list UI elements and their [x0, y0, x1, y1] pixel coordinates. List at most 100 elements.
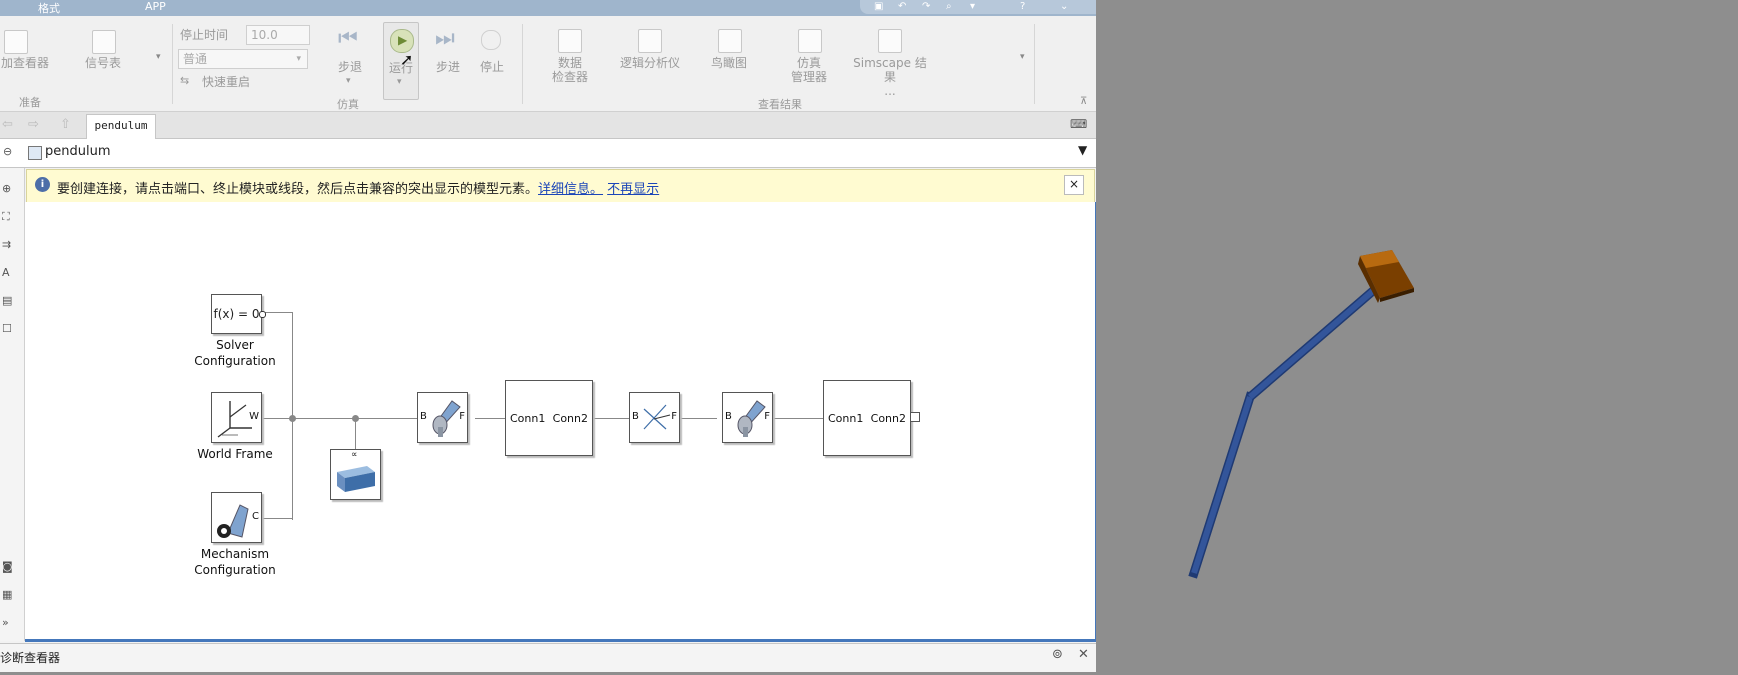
solver-equation: f(x) = 0: [213, 307, 260, 321]
open-port-icon[interactable]: [910, 412, 920, 422]
viewer-icon[interactable]: [4, 30, 28, 54]
undo-icon[interactable]: ↶: [898, 1, 906, 12]
wire[interactable]: [263, 518, 293, 519]
port-conn1[interactable]: Conn1: [828, 412, 863, 425]
chevron-down-icon[interactable]: ▼: [1078, 143, 1087, 157]
simulink-window: 格式 APP ▣ ↶ ↷ ⌕ ▾ ? ⌄ 加查看器 信号表 ▾ 准备 停止时间 …: [0, 0, 1096, 672]
sim-mode-select[interactable]: 普通 ▾: [178, 49, 308, 69]
mechanism-configuration-block[interactable]: C: [211, 492, 262, 543]
tab-app[interactable]: APP: [145, 0, 166, 13]
up-level-icon[interactable]: ⇧: [60, 117, 71, 132]
tab-pendulum[interactable]: pendulum: [86, 114, 156, 139]
breadcrumb-model[interactable]: pendulum: [45, 144, 111, 159]
close-banner-button[interactable]: ×: [1064, 175, 1084, 195]
minimize-ribbon-icon[interactable]: ⌄: [1060, 1, 1068, 12]
block-name-solver: Solver Configuration: [194, 338, 276, 368]
world-frame-block[interactable]: W: [211, 392, 262, 443]
stop-icon[interactable]: [481, 30, 501, 50]
hide-browser-icon[interactable]: ⊖: [3, 145, 12, 158]
tab-format[interactable]: 格式: [38, 0, 60, 16]
prepare-expand-icon[interactable]: ▾: [156, 52, 161, 62]
link-subsystem-block[interactable]: Conn1 Conn2: [505, 380, 593, 456]
section-simulate: 仿真: [337, 98, 359, 111]
divider: [172, 24, 173, 104]
port-w[interactable]: W: [249, 411, 259, 422]
help-icon[interactable]: ?: [1020, 1, 1025, 12]
port-b[interactable]: B: [725, 411, 732, 422]
wire[interactable]: [773, 418, 823, 419]
solver-configuration-block[interactable]: f(x) = 0: [211, 294, 266, 334]
revolute-joint-block-2[interactable]: B F: [722, 392, 773, 443]
zoom-in-icon[interactable]: ⊕: [2, 182, 11, 195]
logic-analyzer-icon[interactable]: [638, 29, 662, 53]
dont-show-again-link[interactable]: 不再显示: [607, 182, 659, 197]
signal-table-icon[interactable]: [92, 30, 116, 54]
collapse-ribbon-icon[interactable]: ⊼: [1080, 96, 1087, 107]
port-b[interactable]: B: [420, 411, 427, 422]
fast-restart-button[interactable]: 快速重启: [202, 75, 250, 89]
step-forward-button[interactable]: 步进: [428, 60, 468, 74]
wire[interactable]: [681, 418, 717, 419]
step-back-icon[interactable]: ⏮: [338, 26, 358, 51]
zoom-icon[interactable]: ⌕: [946, 1, 952, 12]
revolute-joint-block[interactable]: B F: [417, 392, 468, 443]
model-canvas[interactable]: f(x) = 0 Solver Configuration W World Fr…: [25, 202, 1096, 642]
port-conn2[interactable]: Conn2: [553, 412, 588, 425]
stop-time-input[interactable]: 10.0: [246, 25, 310, 45]
port-c[interactable]: C: [252, 511, 259, 522]
area-icon[interactable]: ☐: [2, 322, 12, 335]
data-inspector-icon[interactable]: [558, 29, 582, 53]
mechanics-explorer-view[interactable]: [1096, 0, 1738, 672]
port-f[interactable]: F: [459, 411, 465, 422]
annotation-icon[interactable]: A: [2, 266, 10, 279]
simscape-results-icon[interactable]: [878, 29, 902, 53]
simscape-results-button[interactable]: Simscape 结 果 ...: [850, 56, 930, 98]
step-back-button[interactable]: 步退: [330, 60, 370, 74]
sim-manager-icon[interactable]: [798, 29, 822, 53]
port-conn2[interactable]: Conn2: [871, 412, 906, 425]
route-lines-icon[interactable]: ⇉: [2, 238, 11, 251]
wire[interactable]: [263, 418, 423, 419]
wire[interactable]: [355, 418, 356, 452]
data-inspector-button[interactable]: 数据 检查器: [542, 56, 598, 84]
add-viewer-button[interactable]: 加查看器: [0, 56, 50, 70]
birds-eye-icon[interactable]: [718, 29, 742, 53]
panel-menu-icon[interactable]: ⊚: [1052, 647, 1063, 662]
section-review: 查看结果: [758, 98, 802, 111]
review-expand-icon[interactable]: ▾: [1020, 52, 1025, 62]
close-icon[interactable]: ✕: [1078, 647, 1089, 662]
port-f[interactable]: F: [764, 411, 770, 422]
port-conn1[interactable]: Conn1: [510, 412, 545, 425]
port-f[interactable]: F: [671, 411, 677, 422]
port-connector[interactable]: [259, 311, 266, 318]
wire[interactable]: [475, 418, 505, 419]
step-forward-icon[interactable]: ⏭: [435, 26, 455, 51]
port-b[interactable]: B: [632, 411, 639, 422]
details-link[interactable]: 详细信息。: [538, 182, 603, 197]
birds-eye-button[interactable]: 鸟瞰图: [700, 56, 758, 70]
fast-restart-icon[interactable]: ⇆: [180, 74, 189, 87]
window-icon[interactable]: ▾: [970, 1, 975, 12]
model-browser-icon[interactable]: ▦: [2, 588, 12, 601]
keyboard-icon[interactable]: ⌨: [1070, 117, 1087, 131]
rigid-transform-block[interactable]: B F: [629, 392, 680, 443]
sim-manager-button[interactable]: 仿真 管理器: [780, 56, 838, 84]
wire[interactable]: [593, 418, 629, 419]
link-subsystem-block-2[interactable]: Conn1 Conn2: [823, 380, 920, 456]
step-back-chevron-icon[interactable]: ▾: [346, 76, 351, 86]
logic-analyzer-button[interactable]: 逻辑分析仪: [614, 56, 686, 70]
screenshot-icon[interactable]: ◙: [2, 560, 13, 573]
redo-icon[interactable]: ↷: [922, 1, 930, 12]
image-icon[interactable]: ▤: [2, 294, 12, 307]
forward-icon[interactable]: ⇨: [28, 117, 39, 132]
stop-button[interactable]: 停止: [472, 60, 512, 74]
save-icon[interactable]: ▣: [874, 1, 883, 12]
fit-view-icon[interactable]: ⛶: [2, 210, 10, 224]
info-text: 要创建连接，请点击端口、终止模块或线段，然后点击兼容的突出显示的模型元素。: [57, 182, 539, 197]
expand-palette-icon[interactable]: »: [2, 616, 9, 629]
back-icon[interactable]: ⇦: [2, 117, 13, 132]
block-name-mechanism: Mechanism Configuration: [194, 547, 276, 577]
wire[interactable]: [263, 312, 293, 313]
signal-table-button[interactable]: 信号表: [78, 56, 128, 70]
solid-block[interactable]: ∝: [330, 449, 381, 500]
